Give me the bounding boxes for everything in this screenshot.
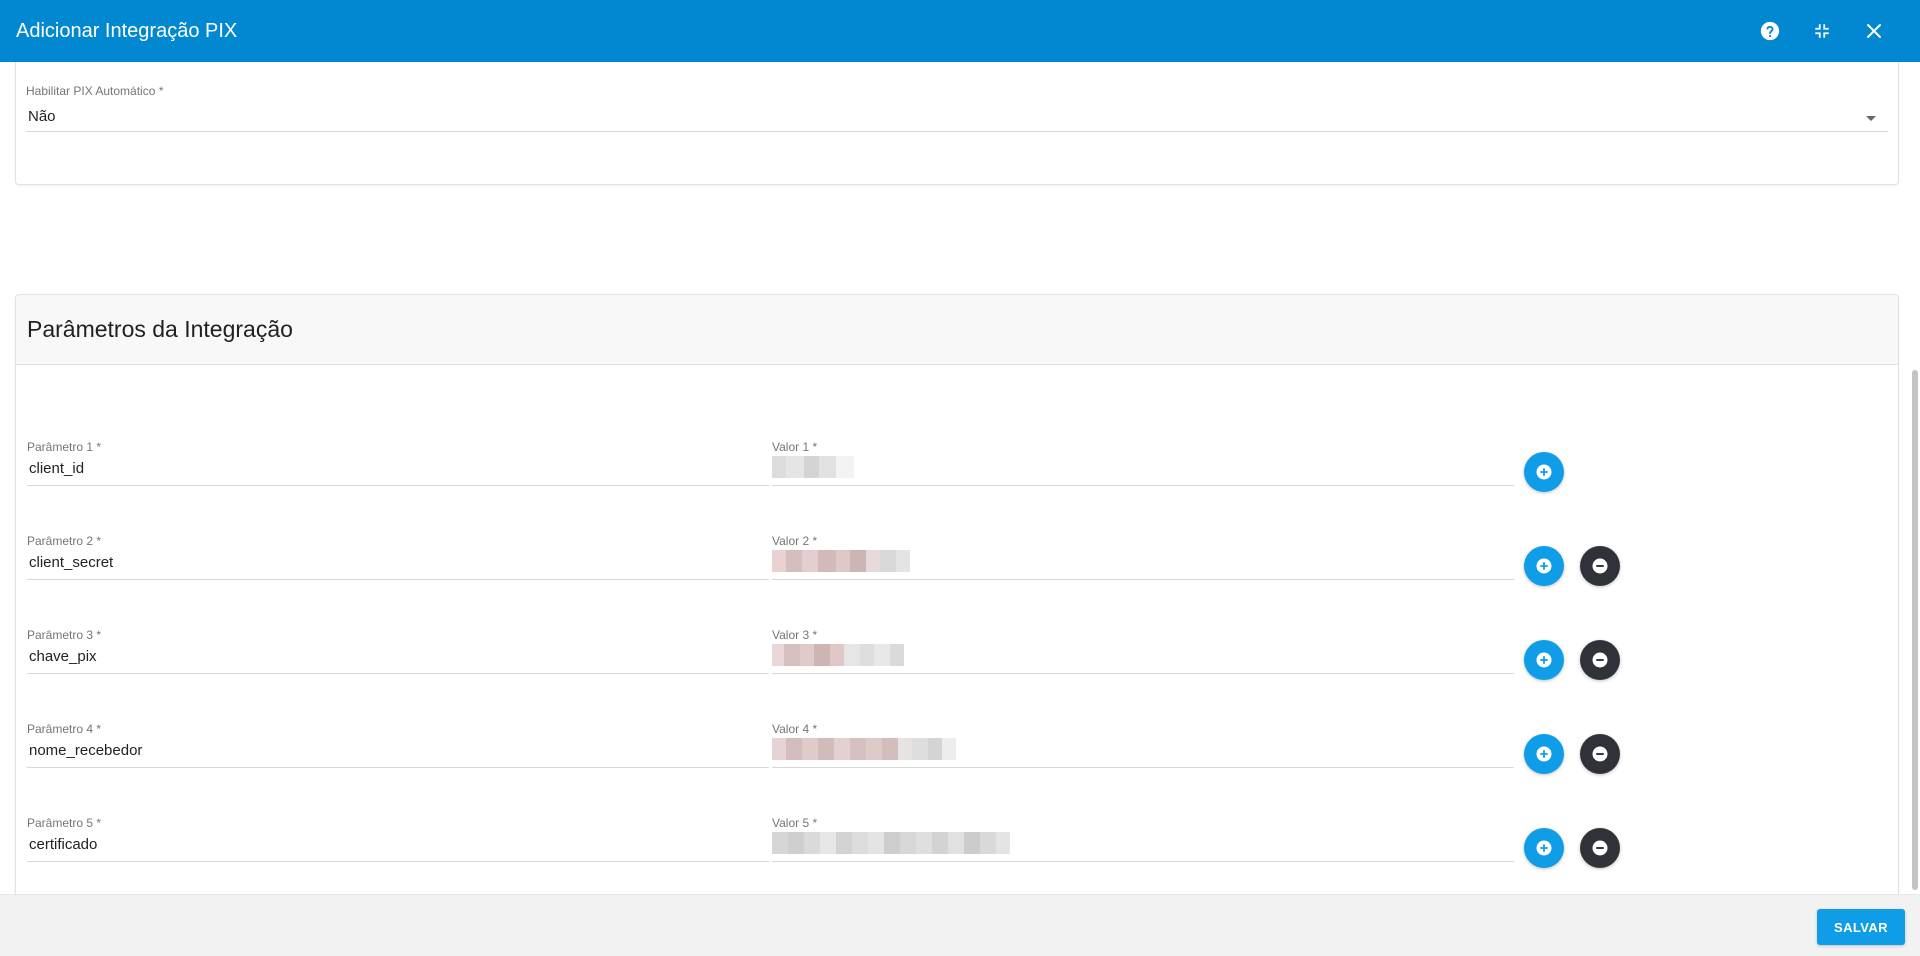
param-name-field[interactable]: Parâmetro 5 * certificado [27,816,769,876]
value-label: Valor 1 * [772,440,818,454]
param-row: Parâmetro 3 * chave_pix Valor 3 * [16,628,1900,688]
param-label: Parâmetro 2 * [27,534,102,548]
param-value: client_secret [29,554,114,571]
auto-pix-label: Habilitar PIX Automático * [26,84,164,98]
redacted-value [772,832,1010,854]
help-button[interactable] [1758,19,1782,43]
dialog-footer: SALVAR [0,894,1920,956]
collapse-icon [1815,24,1829,38]
param-value: client_id [29,460,85,477]
redacted-value [772,550,910,572]
close-button[interactable] [1862,19,1886,43]
param-value-field[interactable]: Valor 2 * [772,534,1514,594]
param-row: Parâmetro 2 * client_secret Valor 2 * [16,534,1900,594]
add-param-button[interactable] [1524,828,1564,868]
param-value: nome_recebedor [29,742,143,759]
dialog-content: Habilitar PIX Automático * Não Parâmetro… [0,62,1920,894]
param-label: Parâmetro 1 * [27,440,102,454]
param-name-field[interactable]: Parâmetro 3 * chave_pix [27,628,769,688]
redacted-value [772,456,854,478]
dialog-header: Adicionar Integração PIX [0,0,1920,62]
minus-circle-icon [1592,840,1608,856]
param-name-field[interactable]: Parâmetro 4 * nome_recebedor [27,722,769,782]
param-row: Parâmetro 5 * certificado Valor 5 * [16,816,1900,876]
params-section-title: Parâmetros da Integração [27,316,293,342]
plus-circle-icon [1536,464,1552,480]
param-name-field[interactable]: Parâmetro 1 * client_id [27,440,769,500]
minus-circle-icon [1592,558,1608,574]
param-row: Parâmetro 4 * nome_recebedor Valor 4 * [16,722,1900,782]
general-settings-card [15,62,1899,185]
value-label: Valor 4 * [772,722,818,736]
remove-param-button[interactable] [1580,640,1620,680]
dropdown-arrow-icon [1866,116,1876,121]
remove-param-button[interactable] [1580,828,1620,868]
close-icon [1867,24,1881,38]
remove-param-button[interactable] [1580,546,1620,586]
auto-pix-value: Não [28,108,56,125]
auto-pix-underline [26,131,1888,132]
plus-circle-icon [1536,558,1552,574]
param-value: certificado [29,836,98,853]
param-value-field[interactable]: Valor 4 * [772,722,1514,782]
param-name-field[interactable]: Parâmetro 2 * client_secret [27,534,769,594]
value-label: Valor 3 * [772,628,818,642]
add-param-button[interactable] [1524,640,1564,680]
plus-circle-icon [1536,652,1552,668]
redacted-value [772,644,904,666]
remove-param-button[interactable] [1580,734,1620,774]
param-value: chave_pix [29,648,97,665]
minus-circle-icon [1592,652,1608,668]
save-button[interactable]: SALVAR [1817,909,1905,945]
redacted-value [772,738,956,760]
param-value-field[interactable]: Valor 3 * [772,628,1514,688]
header-actions [1758,19,1886,43]
minus-circle-icon [1592,746,1608,762]
collapse-button[interactable] [1810,19,1834,43]
param-value-field[interactable]: Valor 1 * [772,440,1514,500]
param-label: Parâmetro 5 * [27,816,102,830]
help-icon [1760,21,1780,41]
params-card-header: Parâmetros da Integração [16,295,1898,365]
param-label: Parâmetro 4 * [27,722,102,736]
vertical-scrollbar[interactable] [1912,370,1918,890]
add-param-button[interactable] [1524,452,1564,492]
integration-params-card: Parâmetros da Integração Parâmetro 1 * c… [15,294,1899,894]
value-label: Valor 5 * [772,816,818,830]
param-value-field[interactable]: Valor 5 * [772,816,1514,876]
param-row: Parâmetro 1 * client_id Valor 1 * [16,440,1900,500]
add-param-button[interactable] [1524,546,1564,586]
add-param-button[interactable] [1524,734,1564,774]
param-label: Parâmetro 3 * [27,628,102,642]
plus-circle-icon [1536,746,1552,762]
value-label: Valor 2 * [772,534,818,548]
dialog-title: Adicionar Integração PIX [16,19,238,42]
plus-circle-icon [1536,840,1552,856]
